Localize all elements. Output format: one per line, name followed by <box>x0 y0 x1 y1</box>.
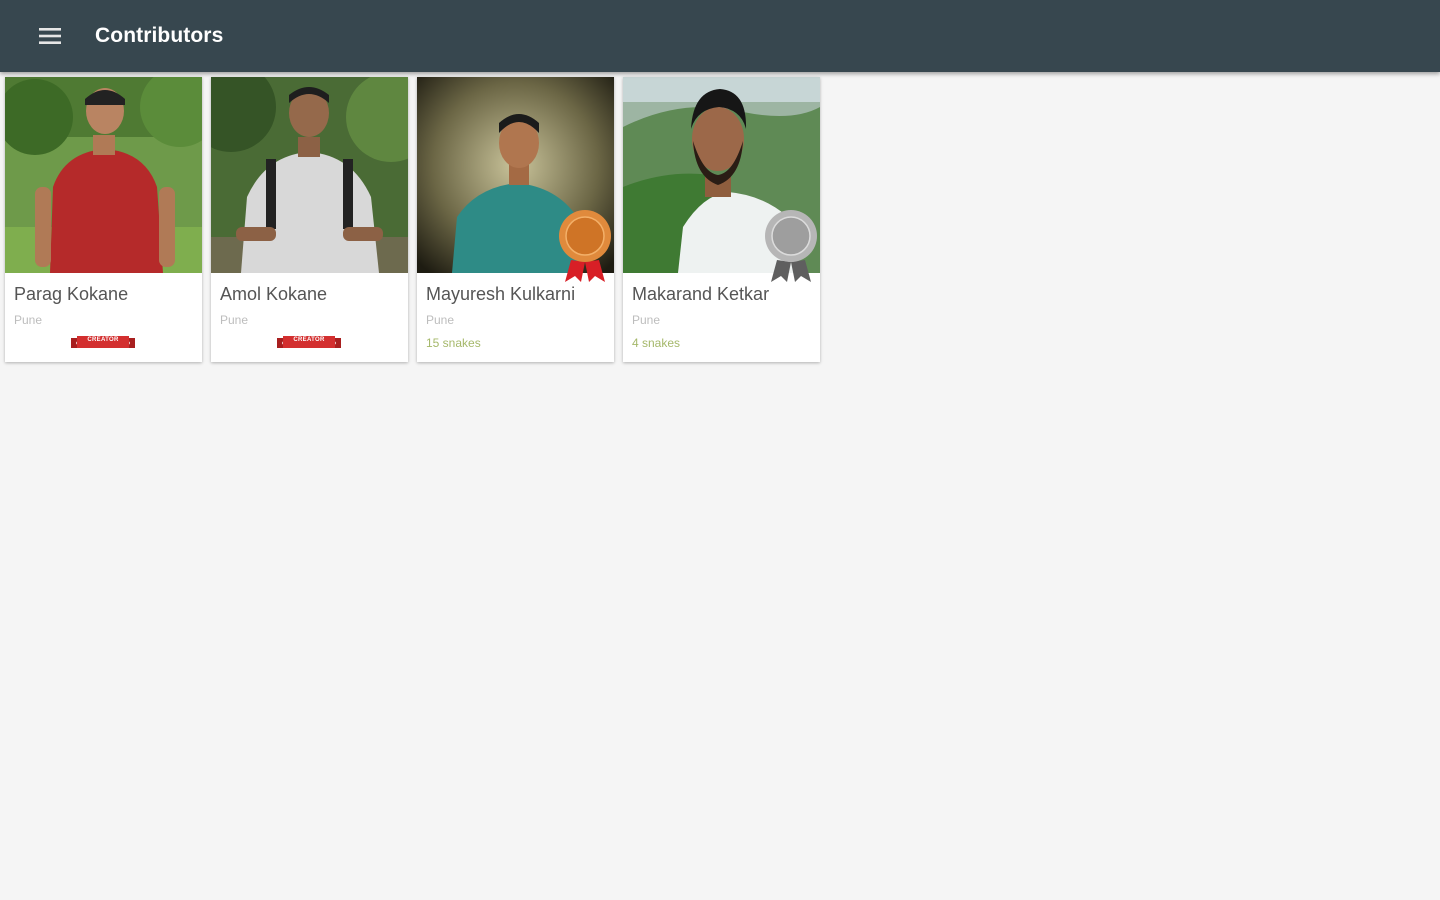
contributor-photo <box>5 77 202 273</box>
creator-ribbon-badge: CREATOR <box>71 335 135 351</box>
contributor-grid: Parag Kokane Pune CREATOR Amol Kokane Pu… <box>5 77 820 362</box>
contributor-card[interactable]: Mayuresh Kulkarni Pune 15 snakes <box>417 77 614 362</box>
contributor-city: Pune <box>14 313 43 327</box>
app-bar: Contributors <box>0 0 1440 72</box>
contributor-name: Mayuresh Kulkarni <box>426 284 576 304</box>
contributor-card[interactable]: Amol Kokane Pune CREATOR <box>211 77 408 362</box>
contributor-card[interactable]: Parag Kokane Pune CREATOR <box>5 77 202 362</box>
ribbon-label: CREATOR <box>293 337 325 343</box>
contributor-name: Makarand Ketkar <box>632 284 770 304</box>
snake-count: 15 snakes <box>426 336 481 350</box>
contributor-name: Amol Kokane <box>220 284 328 304</box>
creator-ribbon-badge: CREATOR <box>277 335 341 351</box>
contributor-city: Pune <box>426 313 455 327</box>
menu-icon[interactable] <box>26 12 74 60</box>
silver-medal-icon <box>763 208 819 284</box>
contributor-city: Pune <box>632 313 661 327</box>
page-title: Contributors <box>95 24 224 47</box>
contributor-city: Pune <box>220 313 249 327</box>
contributor-photo <box>211 77 408 273</box>
bronze-medal-icon <box>557 208 613 284</box>
snake-count: 4 snakes <box>632 336 681 350</box>
ribbon-label: CREATOR <box>87 337 119 343</box>
contributor-card[interactable]: Makarand Ketkar Pune 4 snakes <box>623 77 820 362</box>
contributor-name: Parag Kokane <box>14 284 129 304</box>
